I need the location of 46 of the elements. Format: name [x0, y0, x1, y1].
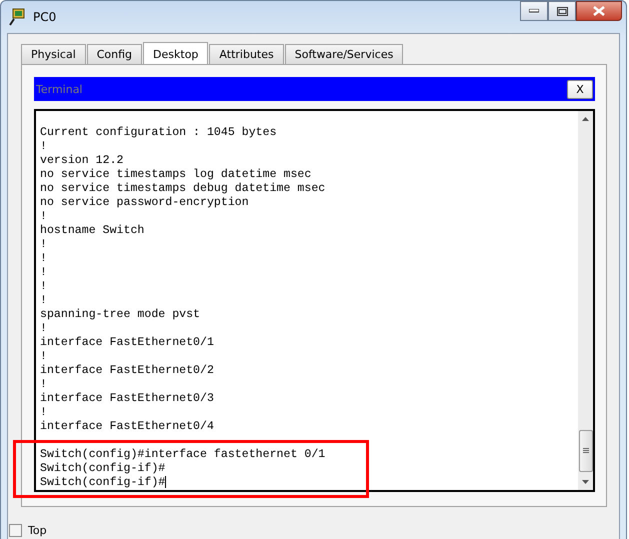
tab[interactable]: Physical — [21, 44, 86, 64]
terminal-line: hostname Switch — [40, 224, 146, 238]
terminal-line: ! — [40, 322, 48, 336]
terminal-line: ! — [40, 280, 48, 294]
scrollbar-thumb[interactable] — [578, 430, 592, 472]
terminal-line: ! — [40, 378, 48, 392]
terminal-line: Switch(config-if)# — [40, 476, 168, 490]
tab[interactable]: Attributes — [209, 44, 284, 64]
window-title: PC0 — [33, 10, 56, 24]
terminal-line: Switch(config)#interface fastethernet 0/1 — [40, 448, 326, 462]
terminal-line: ! — [40, 210, 48, 224]
tab[interactable]: Config — [86, 44, 142, 64]
terminal-line: spanning-tree mode pvst — [40, 308, 202, 322]
terminal-line: ! — [40, 140, 48, 154]
maximize-icon — [556, 6, 568, 16]
terminal-line: ! — [40, 406, 48, 420]
close-terminal-button[interactable]: X — [567, 80, 593, 98]
tab[interactable]: Software/Services — [284, 44, 404, 64]
terminal-line: ! — [40, 238, 48, 252]
scroll-up-icon[interactable] — [582, 117, 589, 121]
terminal-line: interface FastEthernet0/2 — [40, 364, 215, 378]
minimize-button[interactable] — [520, 1, 548, 21]
terminal-line: ! — [40, 266, 48, 280]
terminal-line: ! — [40, 350, 48, 364]
terminal-line: ! — [40, 252, 48, 266]
terminal-title: Terminal — [36, 82, 82, 96]
terminal-line: interface FastEthernet0/3 — [40, 392, 215, 406]
terminal-line: interface FastEthernet0/1 — [40, 336, 215, 350]
scrollbar[interactable] — [578, 111, 593, 490]
tab[interactable]: Desktop — [143, 42, 208, 65]
terminal-line: no service timestamps debug datetime msec — [40, 182, 326, 196]
terminal-line: version 12.2 — [40, 154, 124, 168]
terminal-line: no service password-encryption — [40, 196, 250, 210]
checkbox-label: Top — [28, 524, 47, 536]
terminal-line: no service timestamps log datetime msec — [40, 168, 312, 182]
terminal-line: Current configuration : 1045 bytes — [40, 126, 278, 140]
grip-icon — [582, 448, 588, 454]
terminal-line: interface FastEthernet0/4 — [40, 420, 215, 434]
close-icon — [593, 6, 605, 16]
maximize-button[interactable] — [548, 1, 576, 21]
scroll-down-icon[interactable] — [582, 480, 589, 484]
minimize-icon — [529, 9, 539, 13]
terminal-line: ! — [40, 294, 48, 308]
checkbox[interactable] — [9, 524, 22, 536]
close-button[interactable] — [576, 1, 622, 21]
terminal-line: Switch(config-if)# — [40, 462, 166, 476]
